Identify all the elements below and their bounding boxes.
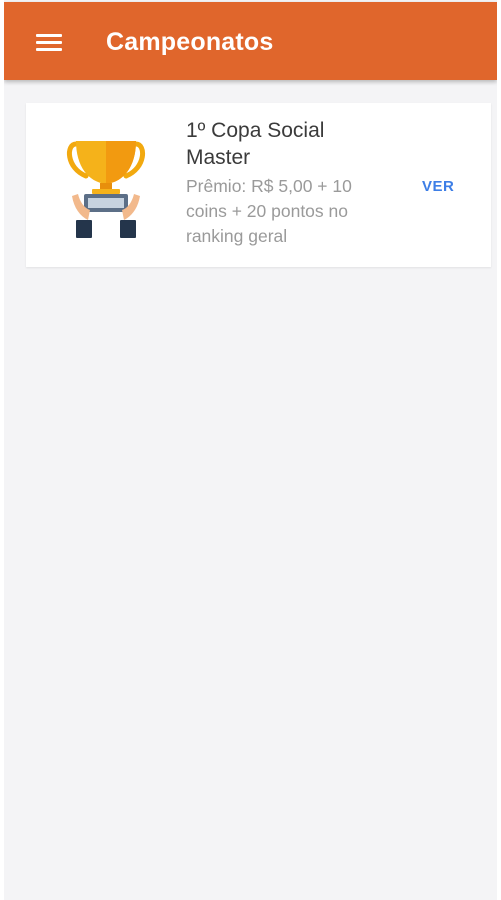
menu-button[interactable] [30, 26, 66, 58]
page-title: Campeonatos [106, 28, 274, 56]
trophy-icon [66, 141, 146, 238]
championship-title: 1º Copa Social Master [186, 119, 325, 169]
championship-prize: Prêmio: R$ 5,00 + 10 coins + 20 pontos n… [186, 176, 352, 246]
championship-card[interactable]: 1º Copa Social Master Prêmio: R$ 5,00 + … [26, 103, 491, 267]
app-screen: Campeonatos 1º Copa Social Master Prêmio… [4, 0, 497, 900]
view-championship-button[interactable]: VER [418, 174, 458, 200]
app-bar: Campeonatos [4, 2, 497, 80]
